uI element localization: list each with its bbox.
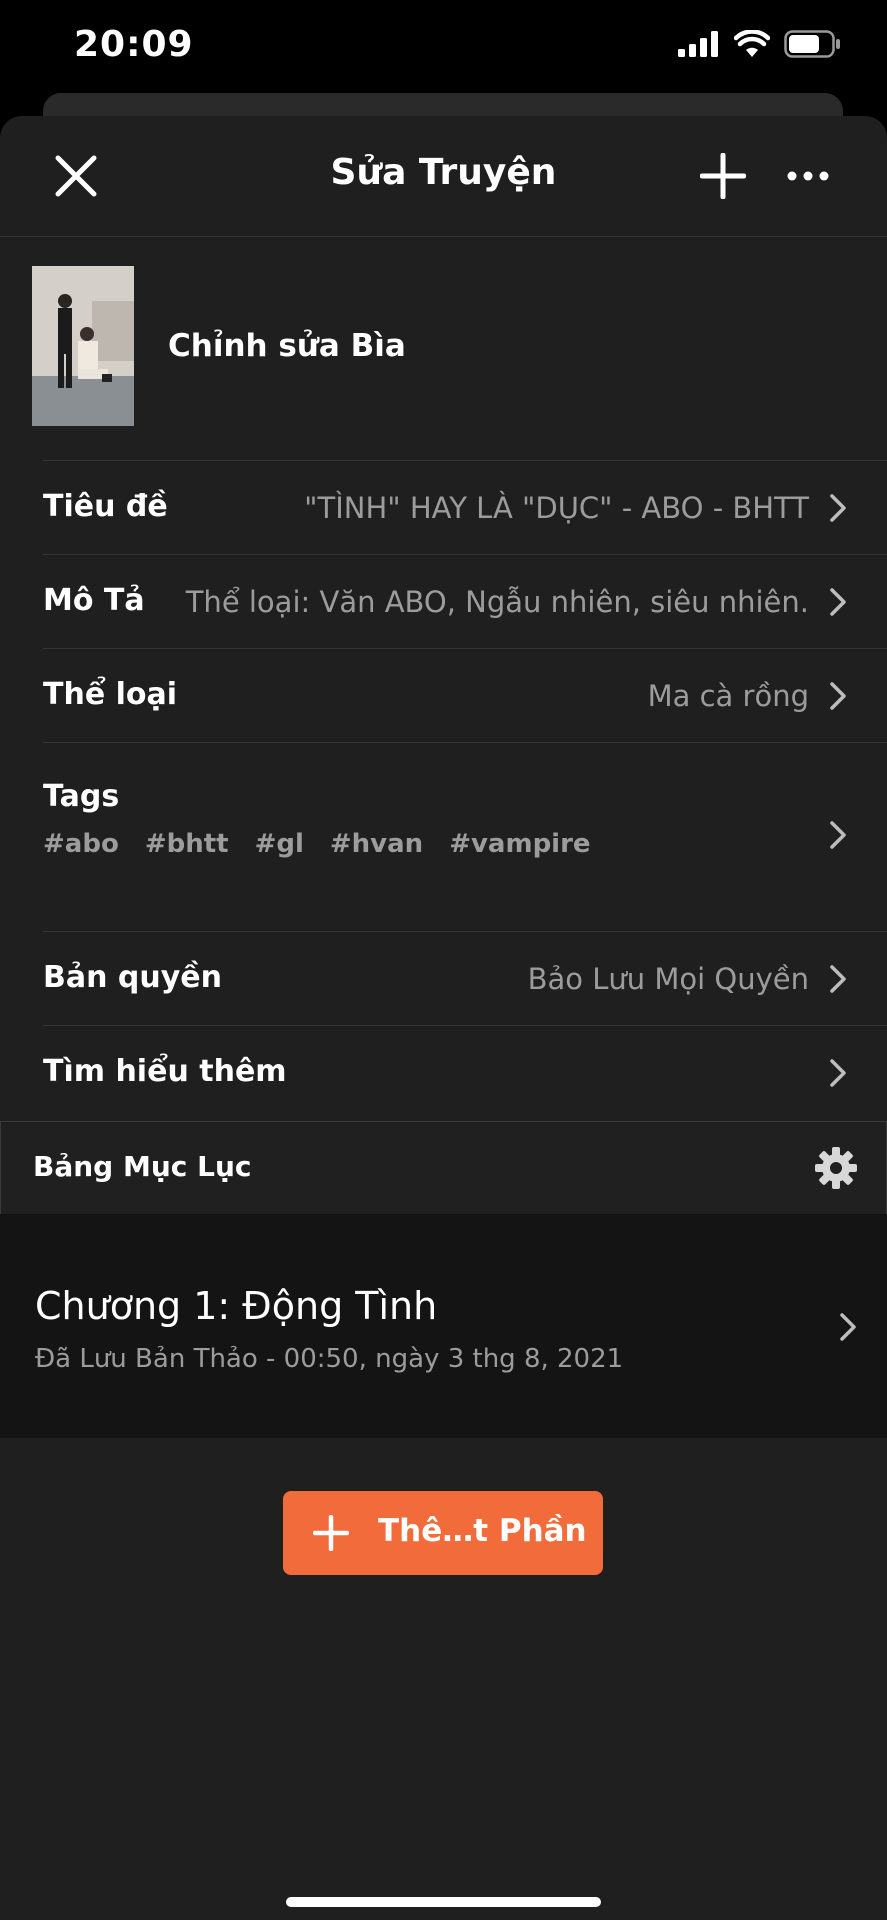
- add-part-label: Thê…t Phần: [378, 1513, 587, 1549]
- page-title: Sửa Truyện: [330, 152, 557, 193]
- nav-bar: Sửa Truyện: [0, 116, 887, 237]
- description-label: Mô Tả: [43, 583, 145, 618]
- chevron-right-icon: [830, 682, 846, 710]
- chevron-right-icon: [830, 821, 846, 849]
- chevron-right-icon: [830, 1059, 846, 1087]
- cellular-signal-icon: [678, 31, 718, 57]
- title-value: "TÌNH" HAY LÀ "DỤC" - ABO - BHTT: [304, 491, 809, 525]
- title-row[interactable]: Tiêu đề "TÌNH" HAY LÀ "DỤC" - ABO - BHTT: [43, 460, 887, 555]
- chevron-right-icon: [830, 965, 846, 993]
- plus-icon: [313, 1515, 349, 1551]
- add-part-button[interactable]: Thê…t Phần: [283, 1491, 603, 1575]
- tag-item: #hvan: [329, 829, 424, 859]
- tags-row[interactable]: Tags #abo #bhtt #gl #hvan #vampire: [43, 742, 887, 931]
- chevron-right-icon: [840, 1313, 856, 1341]
- learn-more-row[interactable]: Tìm hiểu thêm: [43, 1025, 887, 1120]
- genre-label: Thể loại: [43, 677, 178, 712]
- genre-row[interactable]: Thể loại Ma cà rồng: [43, 648, 887, 743]
- add-icon[interactable]: [700, 153, 746, 199]
- chevron-right-icon: [830, 588, 846, 616]
- tags-list: #abo #bhtt #gl #hvan #vampire: [43, 829, 591, 859]
- toc-label: Bảng Mục Lục: [33, 1150, 252, 1183]
- learn-more-label: Tìm hiểu thêm: [43, 1054, 287, 1089]
- chapter-status: Đã Lưu Bản Thảo - 00:50, ngày 3 thg 8, 2…: [35, 1344, 624, 1374]
- table-of-contents-header: Bảng Mục Lục: [0, 1121, 887, 1215]
- genre-value: Ma cà rồng: [647, 679, 809, 713]
- tag-item: #abo: [43, 829, 119, 859]
- status-time: 20:09: [74, 24, 194, 65]
- chapter-title: Chương 1: Động Tình: [35, 1284, 438, 1328]
- wifi-icon: [734, 30, 770, 57]
- home-indicator[interactable]: [286, 1897, 601, 1907]
- tag-item: #gl: [254, 829, 304, 859]
- tag-item: #vampire: [449, 829, 591, 859]
- cover-image[interactable]: [32, 266, 134, 426]
- description-value: Thể loại: Văn ABO, Ngẫu nhiên, siêu nhiê…: [185, 585, 809, 619]
- chevron-right-icon: [830, 494, 846, 522]
- edit-cover-label[interactable]: Chỉnh sửa Bìa: [168, 328, 406, 364]
- copyright-value: Bảo Lưu Mọi Quyền: [527, 962, 809, 996]
- copyright-label: Bản quyền: [43, 960, 223, 995]
- tags-label: Tags: [43, 779, 120, 814]
- tag-item: #bhtt: [144, 829, 229, 859]
- edit-story-sheet: Sửa Truyện Chỉnh sửa Bìa Tiêu đề "TÌNH" …: [0, 116, 887, 1920]
- more-options-icon[interactable]: [786, 168, 830, 184]
- copyright-row[interactable]: Bản quyền Bảo Lưu Mọi Quyền: [43, 931, 887, 1026]
- title-label: Tiêu đề: [43, 489, 168, 524]
- status-bar: 20:09: [0, 0, 887, 100]
- chapter-list-item[interactable]: Chương 1: Động Tình Đã Lưu Bản Thảo - 00…: [0, 1214, 887, 1438]
- gear-icon[interactable]: [814, 1146, 858, 1190]
- battery-icon: [784, 30, 840, 58]
- description-row[interactable]: Mô Tả Thể loại: Văn ABO, Ngẫu nhiên, siê…: [43, 554, 887, 649]
